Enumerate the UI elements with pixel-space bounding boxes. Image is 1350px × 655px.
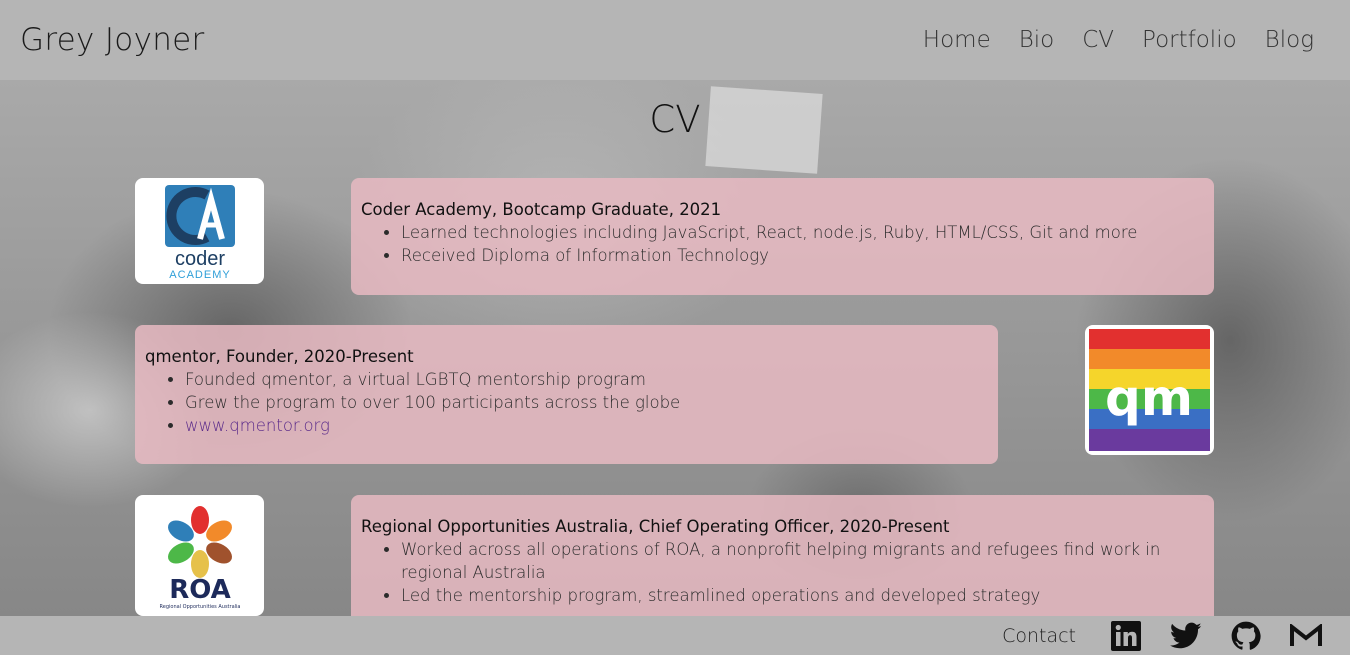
linkedin-icon[interactable] — [1110, 620, 1142, 652]
entry-bullets: Founded qmentor, a virtual LGBTQ mentors… — [145, 368, 988, 437]
list-item: www.qmentor.org — [185, 414, 988, 437]
cv-entry-coder-academy: Coder Academy, Bootcamp Graduate, 2021 L… — [351, 178, 1214, 295]
entry-title: Regional Opportunities Australia, Chief … — [361, 517, 950, 536]
nav-blog[interactable]: Blog — [1265, 27, 1314, 53]
footer-bar: Contact — [0, 616, 1350, 655]
list-item: Received Diploma of Information Technolo… — [401, 244, 1204, 267]
list-item: Founded qmentor, a virtual LGBTQ mentors… — [185, 368, 988, 391]
gmail-icon[interactable] — [1290, 620, 1322, 652]
nav-cv[interactable]: CV — [1082, 27, 1114, 53]
qmentor-logo: qm — [1085, 325, 1214, 455]
list-item: Grew the program to over 100 participant… — [185, 391, 988, 414]
qmentor-link[interactable]: www.qmentor.org — [185, 416, 330, 435]
cv-content: CV coder ACADEMY Coder Academy, Bootcamp… — [0, 80, 1350, 616]
nav-home[interactable]: Home — [923, 27, 991, 53]
qm-logo-text: qm — [1105, 369, 1193, 427]
contact-label: Contact — [1002, 624, 1076, 647]
coder-academy-logo: coder ACADEMY — [135, 178, 264, 284]
list-item: Led the mentorship program, streamlined … — [401, 584, 1204, 607]
top-navbar: Grey Joyner Home Bio CV Portfolio Blog — [0, 0, 1350, 80]
nav-bio[interactable]: Bio — [1019, 27, 1055, 53]
entry-bullets: Learned technologies including JavaScrip… — [361, 221, 1204, 267]
academy-logo-text: ACADEMY — [169, 269, 230, 281]
github-icon[interactable] — [1230, 620, 1262, 652]
cv-entry-roa: Regional Opportunities Australia, Chief … — [351, 495, 1214, 616]
entry-title: qmentor, Founder, 2020-Present — [145, 347, 414, 366]
roa-logo-subtext: Regional Opportunities Australia — [159, 604, 240, 610]
roa-logo-text: ROA — [169, 575, 231, 605]
coder-logo-text: coder — [174, 248, 224, 270]
nav-portfolio[interactable]: Portfolio — [1142, 27, 1237, 53]
twitter-icon[interactable] — [1170, 620, 1202, 652]
site-brand[interactable]: Grey Joyner — [20, 22, 205, 58]
list-item: Learned technologies including JavaScrip… — [401, 221, 1204, 244]
entry-title: Coder Academy, Bootcamp Graduate, 2021 — [361, 200, 722, 219]
roa-logo: ROA Regional Opportunities Australia — [135, 495, 264, 616]
page-title: CV — [649, 98, 701, 141]
entry-bullets: Worked across all operations of ROA, a n… — [361, 538, 1204, 607]
list-item: Worked across all operations of ROA, a n… — [401, 538, 1204, 584]
main-nav: Home Bio CV Portfolio Blog — [923, 27, 1330, 53]
cv-entry-qmentor: qmentor, Founder, 2020-Present Founded q… — [135, 325, 998, 464]
